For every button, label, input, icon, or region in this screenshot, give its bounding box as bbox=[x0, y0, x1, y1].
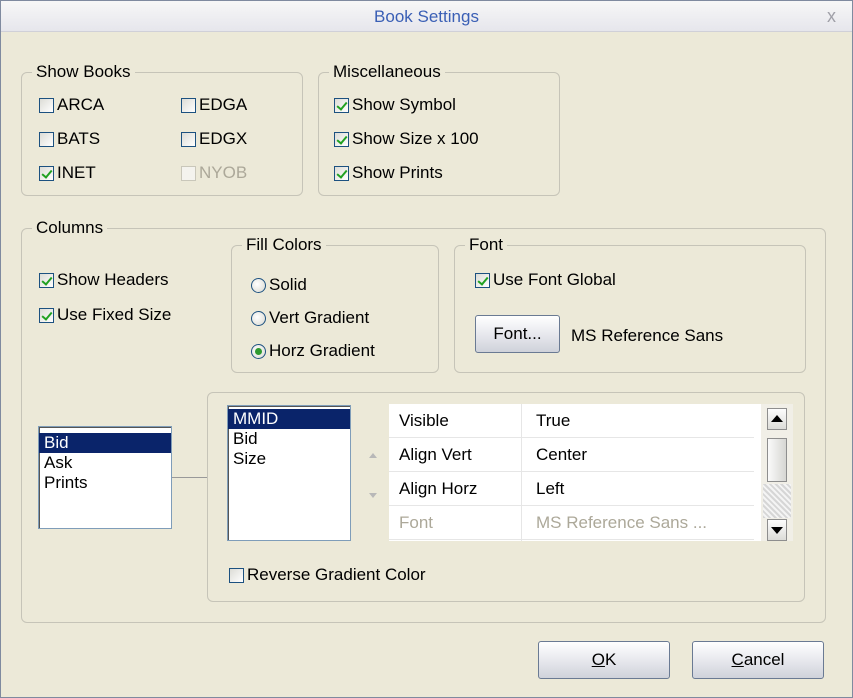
list-item[interactable]: MMID bbox=[228, 409, 350, 429]
font-legend: Font bbox=[465, 235, 508, 255]
radio-vert-gradient[interactable]: Vert Gradient bbox=[251, 307, 369, 329]
radio-label: Vert Gradient bbox=[269, 308, 370, 327]
move-up-icon[interactable] bbox=[369, 453, 377, 458]
radio-circle[interactable] bbox=[251, 310, 266, 326]
checkbox-box[interactable] bbox=[334, 131, 349, 147]
radio-horz-gradient[interactable]: Horz Gradient bbox=[251, 340, 375, 362]
checkbox-box[interactable] bbox=[39, 307, 54, 323]
table-row[interactable]: Align Horz Left bbox=[389, 472, 754, 506]
checkbox-box[interactable] bbox=[39, 131, 54, 147]
checkbox-nyob: NYOB bbox=[181, 162, 247, 184]
checkbox-use-fixed-size[interactable]: Use Fixed Size bbox=[39, 304, 171, 326]
checkbox-box[interactable] bbox=[181, 97, 196, 113]
property-value[interactable]: Center bbox=[536, 445, 587, 465]
fill-colors-legend: Fill Colors bbox=[242, 235, 326, 255]
font-group: Font bbox=[454, 235, 806, 373]
table-row[interactable]: Font MS Reference Sans ... bbox=[389, 506, 754, 540]
radio-label: Solid bbox=[269, 275, 307, 294]
checkbox-box[interactable] bbox=[39, 165, 54, 181]
checkbox-label: Show Prints bbox=[352, 163, 443, 182]
scroll-up-button[interactable] bbox=[767, 408, 787, 430]
book-settings-window: Book Settings x Show Books ARCA EDGA BAT… bbox=[0, 0, 853, 698]
property-value[interactable]: True bbox=[536, 411, 570, 431]
checkbox-box[interactable] bbox=[181, 131, 196, 147]
window-title: Book Settings bbox=[374, 7, 479, 26]
list-item[interactable]: Bid bbox=[228, 429, 350, 449]
property-name: Font bbox=[399, 513, 434, 532]
property-value[interactable]: MS Reference Sans ... bbox=[536, 513, 707, 533]
list-item[interactable]: Size bbox=[228, 449, 350, 469]
checkbox-edga[interactable]: EDGA bbox=[181, 94, 247, 116]
checkbox-box[interactable] bbox=[39, 97, 54, 113]
property-name: Align Vert bbox=[399, 445, 472, 464]
checkbox-label: Use Fixed Size bbox=[57, 305, 172, 324]
checkbox-label: ARCA bbox=[57, 95, 105, 114]
title-bar[interactable]: Book Settings x bbox=[1, 1, 852, 32]
column-list[interactable]: Bid Ask Prints bbox=[38, 426, 172, 529]
radio-circle[interactable] bbox=[251, 277, 266, 293]
checkbox-use-font-global[interactable]: Use Font Global bbox=[475, 269, 616, 291]
columns-legend: Columns bbox=[32, 218, 108, 238]
radio-circle[interactable] bbox=[251, 343, 266, 359]
checkbox-show-symbol[interactable]: Show Symbol bbox=[334, 94, 456, 116]
checkbox-label: EDGA bbox=[199, 95, 248, 114]
radio-label: Horz Gradient bbox=[269, 341, 375, 360]
font-button[interactable]: Font... bbox=[475, 315, 560, 353]
property-value[interactable]: Left bbox=[536, 479, 564, 499]
ok-button[interactable]: OK bbox=[538, 641, 670, 679]
ok-label: K bbox=[604, 650, 617, 669]
cancel-accelerator: C bbox=[731, 650, 744, 669]
property-name: Visible bbox=[399, 411, 449, 430]
checkbox-label: INET bbox=[57, 163, 96, 182]
checkbox-label: Show Symbol bbox=[352, 95, 456, 114]
table-row[interactable]: Align Vert Center bbox=[389, 438, 754, 472]
scroll-track-hatch bbox=[763, 484, 791, 518]
checkbox-show-headers[interactable]: Show Headers bbox=[39, 269, 169, 291]
field-list[interactable]: MMID Bid Size bbox=[227, 405, 351, 541]
checkbox-box[interactable] bbox=[229, 567, 244, 583]
checkbox-label: NYOB bbox=[199, 163, 248, 182]
checkbox-box bbox=[181, 165, 196, 181]
cancel-button[interactable]: Cancel bbox=[692, 641, 824, 679]
list-item[interactable]: Bid bbox=[39, 433, 171, 453]
arrow-up-icon bbox=[771, 415, 783, 422]
connector-line bbox=[172, 477, 207, 478]
move-down-icon[interactable] bbox=[369, 493, 377, 498]
show-books-legend: Show Books bbox=[32, 62, 135, 82]
checkbox-arca[interactable]: ARCA bbox=[39, 94, 104, 116]
close-icon[interactable]: x bbox=[827, 6, 836, 27]
checkbox-label: Show Size x 100 bbox=[352, 129, 479, 148]
ok-accelerator: O bbox=[591, 650, 605, 669]
checkbox-box[interactable] bbox=[39, 272, 54, 288]
checkbox-edgx[interactable]: EDGX bbox=[181, 128, 247, 150]
property-name: Align Horz bbox=[399, 479, 478, 498]
list-item[interactable]: Ask bbox=[39, 453, 171, 473]
checkbox-bats[interactable]: BATS bbox=[39, 128, 100, 150]
miscellaneous-legend: Miscellaneous bbox=[329, 62, 445, 82]
property-grid[interactable]: Visible True Align Vert Center Align Hor… bbox=[389, 404, 793, 541]
checkbox-label: BATS bbox=[57, 129, 101, 148]
checkbox-label: Show Headers bbox=[57, 270, 169, 289]
arrow-down-icon bbox=[771, 527, 783, 534]
checkbox-inet[interactable]: INET bbox=[39, 162, 96, 184]
checkbox-label: Use Font Global bbox=[493, 270, 616, 289]
checkbox-label: Reverse Gradient Color bbox=[247, 565, 426, 584]
checkbox-label: EDGX bbox=[199, 129, 248, 148]
list-item[interactable]: Prints bbox=[39, 473, 171, 493]
checkbox-reverse-gradient[interactable]: Reverse Gradient Color bbox=[229, 564, 426, 586]
radio-solid[interactable]: Solid bbox=[251, 274, 307, 296]
checkbox-box[interactable] bbox=[334, 165, 349, 181]
checkbox-show-size[interactable]: Show Size x 100 bbox=[334, 128, 479, 150]
scroll-thumb[interactable] bbox=[767, 438, 787, 482]
checkbox-box[interactable] bbox=[475, 272, 490, 288]
font-name-label: MS Reference Sans bbox=[571, 326, 724, 345]
checkbox-box[interactable] bbox=[334, 97, 349, 113]
scrollbar[interactable] bbox=[761, 404, 793, 541]
cancel-label: ancel bbox=[743, 650, 785, 669]
checkbox-show-prints[interactable]: Show Prints bbox=[334, 162, 443, 184]
scroll-down-button[interactable] bbox=[767, 519, 787, 541]
table-row[interactable]: Visible True bbox=[389, 404, 754, 438]
